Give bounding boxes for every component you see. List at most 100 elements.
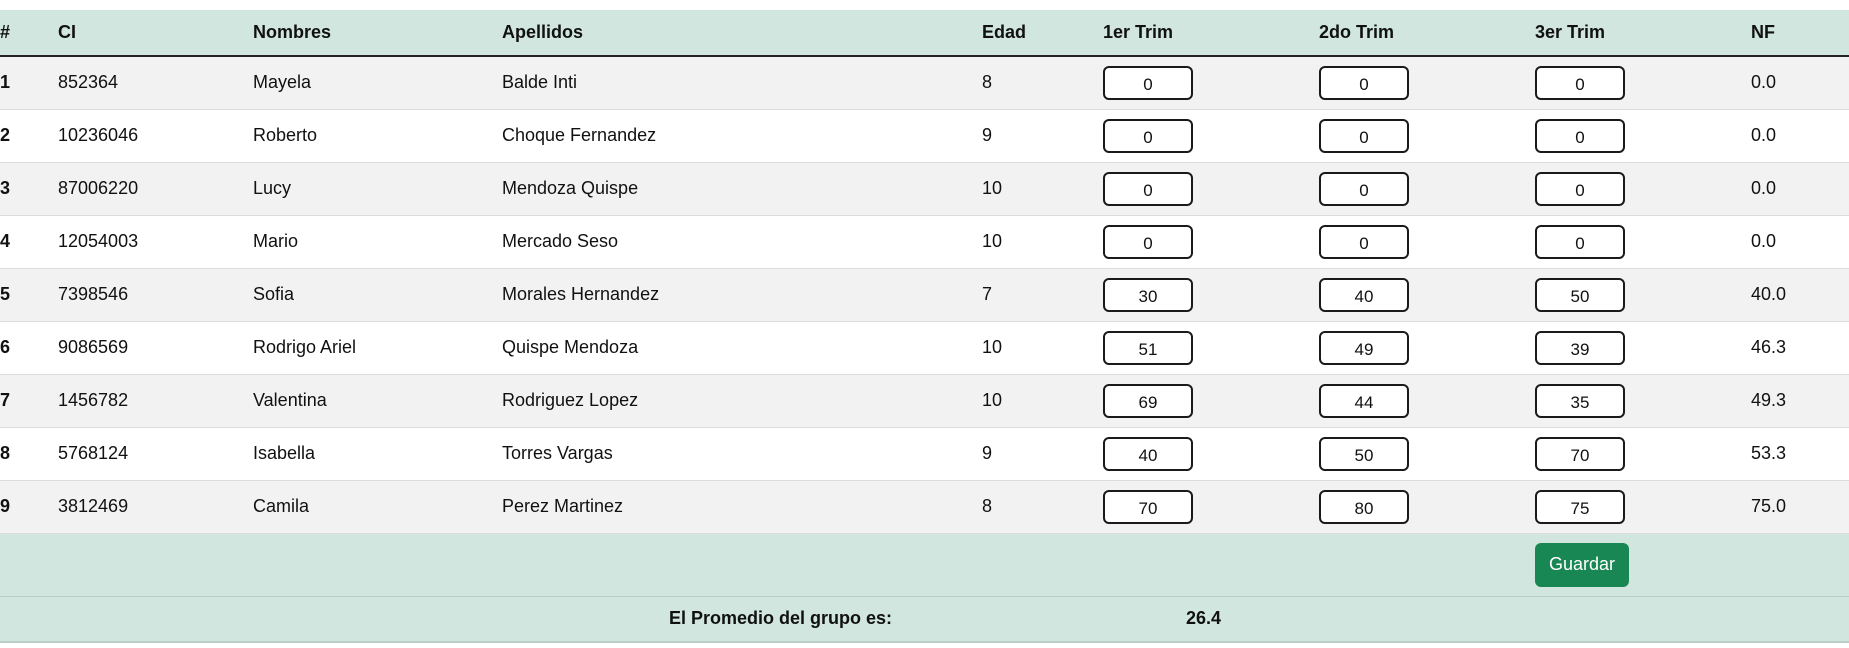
cell-nf: 0.0 <box>1751 231 1777 251</box>
cell-edad: 10 <box>982 390 1003 410</box>
cell-apellidos: Torres Vargas <box>502 443 613 463</box>
grades-table: # CI Nombres Apellidos Edad 1er Trim 2do… <box>0 10 1849 643</box>
trim2-input[interactable] <box>1319 277 1409 312</box>
cell-ci: 3812469 <box>58 496 129 516</box>
group-average-label: El Promedio del grupo es: <box>668 608 892 629</box>
header-apellidos: Apellidos <box>502 10 982 57</box>
cell-edad: 9 <box>982 125 993 145</box>
header-ci: CI <box>58 10 253 57</box>
header-row: # CI Nombres Apellidos Edad 1er Trim 2do… <box>0 10 1849 57</box>
cell-edad: 10 <box>982 231 1003 251</box>
cell-nombres: Lucy <box>253 178 292 198</box>
cell-nf: 0.0 <box>1751 178 1777 198</box>
trim2-input[interactable] <box>1319 171 1409 206</box>
cell-apellidos: Mercado Seso <box>502 231 619 251</box>
cell-nombres: Mayela <box>253 72 312 93</box>
row-number: 4 <box>0 231 11 251</box>
cell-nf: 40.0 <box>1751 284 1787 304</box>
cell-nf: 53.3 <box>1751 443 1787 463</box>
table-row: 7 1456782 Valentina Rodriguez Lopez 10 49.3 <box>0 374 1849 427</box>
trim1-input[interactable] <box>1103 277 1193 312</box>
header-2do-trim: 2do Trim <box>1319 10 1535 57</box>
trim2-input[interactable] <box>1319 330 1409 365</box>
cell-nombres: Isabella <box>253 443 316 463</box>
average-row: El Promedio del grupo es: 26.4 <box>0 596 1849 642</box>
cell-ci: 9086569 <box>58 337 129 357</box>
trim3-input[interactable] <box>1535 383 1625 418</box>
table-footer: Guardar El Promedio del grupo es: 26.4 <box>0 533 1849 642</box>
row-number: 2 <box>0 125 11 145</box>
trim1-input[interactable] <box>1103 171 1193 206</box>
trim2-input[interactable] <box>1319 489 1409 524</box>
cell-ci: 10236046 <box>58 125 139 145</box>
cell-apellidos: Choque Fernandez <box>502 125 657 145</box>
trim1-input[interactable] <box>1103 65 1193 100</box>
cell-edad: 8 <box>982 496 993 516</box>
row-number: 1 <box>0 72 11 93</box>
table-body: 1 852364 Mayela Balde Inti 8 0.0 2 10236046 Robe… <box>0 56 1849 533</box>
row-number: 8 <box>0 443 11 463</box>
table-row: 3 87006220 Lucy Mendoza Quispe 10 0.0 <box>0 162 1849 215</box>
cell-apellidos: Perez Martinez <box>502 496 624 516</box>
cell-ci: 5768124 <box>58 443 129 463</box>
cell-edad: 9 <box>982 443 993 463</box>
cell-edad: 10 <box>982 337 1003 357</box>
header-1er-trim: 1er Trim <box>1103 10 1319 57</box>
row-number: 6 <box>0 337 11 357</box>
row-number: 5 <box>0 284 11 304</box>
cell-edad: 8 <box>982 72 993 93</box>
table-row: 2 10236046 Roberto Choque Fernandez 9 0.0 <box>0 109 1849 162</box>
table-row: 6 9086569 Rodrigo Ariel Quispe Mendoza 10 46.… <box>0 321 1849 374</box>
row-number: 3 <box>0 178 11 198</box>
trim3-input[interactable] <box>1535 330 1625 365</box>
cell-nombres: Sofia <box>253 284 295 304</box>
trim2-input[interactable] <box>1319 436 1409 471</box>
cell-nf: 49.3 <box>1751 390 1787 410</box>
cell-ci: 12054003 <box>58 231 139 251</box>
save-row: Guardar <box>0 533 1849 596</box>
row-number: 7 <box>0 390 11 410</box>
cell-apellidos: Mendoza Quispe <box>502 178 639 198</box>
cell-nf: 75.0 <box>1751 496 1787 516</box>
trim3-input[interactable] <box>1535 171 1625 206</box>
cell-apellidos: Morales Hernandez <box>502 284 660 304</box>
cell-nombres: Rodrigo Ariel <box>253 337 357 357</box>
trim1-input[interactable] <box>1103 383 1193 418</box>
cell-edad: 7 <box>982 284 993 304</box>
row-number: 9 <box>0 496 11 516</box>
trim3-input[interactable] <box>1535 436 1625 471</box>
header-nombres: Nombres <box>253 10 502 57</box>
group-average-value: 26.4 <box>1185 608 1221 629</box>
table-row: 1 852364 Mayela Balde Inti 8 0.0 <box>0 56 1849 109</box>
trim2-input[interactable] <box>1319 224 1409 259</box>
table-header: # CI Nombres Apellidos Edad 1er Trim 2do… <box>0 10 1849 57</box>
cell-nombres: Valentina <box>253 390 327 410</box>
trim1-input[interactable] <box>1103 330 1193 365</box>
table-row: 9 3812469 Camila Perez Martinez 8 75.0 <box>0 480 1849 533</box>
trim1-input[interactable] <box>1103 436 1193 471</box>
trim1-input[interactable] <box>1103 489 1193 524</box>
cell-apellidos: Quispe Mendoza <box>502 337 639 357</box>
cell-apellidos: Rodriguez Lopez <box>502 390 639 410</box>
header-3er-trim: 3er Trim <box>1535 10 1751 57</box>
trim2-input[interactable] <box>1319 383 1409 418</box>
cell-ci: 7398546 <box>58 284 129 304</box>
trim3-input[interactable] <box>1535 224 1625 259</box>
trim2-input[interactable] <box>1319 65 1409 100</box>
table-row: 5 7398546 Sofia Morales Hernandez 7 40.0 <box>0 268 1849 321</box>
trim1-input[interactable] <box>1103 118 1193 153</box>
table-row: 4 12054003 Mario Mercado Seso 10 0.0 <box>0 215 1849 268</box>
cell-edad: 10 <box>982 178 1003 198</box>
grades-page: # CI Nombres Apellidos Edad 1er Trim 2do… <box>0 0 1849 648</box>
trim2-input[interactable] <box>1319 118 1409 153</box>
trim1-input[interactable] <box>1103 224 1193 259</box>
save-button[interactable]: Guardar <box>1535 542 1629 587</box>
cell-ci: 87006220 <box>58 178 139 198</box>
trim3-input[interactable] <box>1535 65 1625 100</box>
trim3-input[interactable] <box>1535 118 1625 153</box>
trim3-input[interactable] <box>1535 277 1625 312</box>
trim3-input[interactable] <box>1535 489 1625 524</box>
cell-ci: 1456782 <box>58 390 129 410</box>
cell-nombres: Mario <box>253 231 299 251</box>
cell-nf: 0.0 <box>1751 72 1777 93</box>
